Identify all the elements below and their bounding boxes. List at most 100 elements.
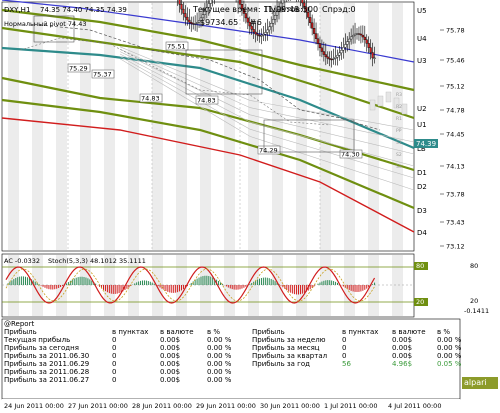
candle-body[interactable] <box>270 23 273 28</box>
candle-body[interactable] <box>266 29 269 33</box>
level-label-d1: D1 <box>417 169 427 177</box>
report-cell: 0.00$ <box>392 344 413 352</box>
osc-stripe <box>224 255 235 316</box>
candle-body[interactable] <box>256 33 259 36</box>
candle-body[interactable] <box>246 17 249 23</box>
candle-body[interactable] <box>178 0 181 5</box>
candle-body[interactable] <box>274 15 277 20</box>
candle-body[interactable] <box>353 33 357 36</box>
candle-body[interactable] <box>322 51 325 55</box>
level-label-u2: U2 <box>417 105 427 113</box>
candle-body[interactable] <box>344 44 347 48</box>
candle-body[interactable] <box>365 39 368 44</box>
candle-body[interactable] <box>311 22 314 29</box>
candle-body[interactable] <box>180 4 183 10</box>
candle-body[interactable] <box>195 22 199 24</box>
report-cell: 0.00$ <box>160 344 181 352</box>
report-cell: 56 <box>342 360 351 368</box>
report-cell: Прибыль за неделю <box>252 336 326 344</box>
time-tick-label: 28 Jun 2011 00:00 <box>132 402 192 410</box>
pivot-label: Нормальный pivot 74.43 <box>4 20 87 28</box>
candle-body[interactable] <box>190 21 193 24</box>
candle-body[interactable] <box>363 36 366 40</box>
report-cell: 0 <box>112 344 117 352</box>
candle-body[interactable] <box>182 8 185 14</box>
candle-body[interactable] <box>324 54 327 58</box>
candle-body[interactable] <box>320 47 323 52</box>
candle-body[interactable] <box>192 23 195 25</box>
candle-body[interactable] <box>373 57 376 59</box>
candle-body[interactable] <box>355 33 359 35</box>
report-cell: Прибыль за 2011.06.29 <box>4 360 90 368</box>
candle-body[interactable] <box>348 38 351 42</box>
pivot-mini-label: S3 <box>396 164 402 170</box>
candle-body[interactable] <box>264 32 267 35</box>
level-label-u4: U4 <box>417 35 427 43</box>
spread-label: Спрэд:0 <box>322 5 356 14</box>
candle-body[interactable] <box>262 34 265 36</box>
report-cell: 0 <box>342 336 347 344</box>
candle-body[interactable] <box>272 19 275 24</box>
session-stripe <box>272 3 283 250</box>
candle-body[interactable] <box>369 47 372 53</box>
osc-stripe <box>200 255 211 316</box>
candle-body[interactable] <box>281 0 284 4</box>
candle-body[interactable] <box>330 58 333 61</box>
projection-candle <box>377 95 384 107</box>
price-tick-label: 75.78 <box>446 27 465 35</box>
candle-body[interactable] <box>361 34 364 38</box>
candle-body[interactable] <box>254 31 257 35</box>
candle-body[interactable] <box>314 33 318 39</box>
candle-body[interactable] <box>238 0 242 5</box>
session-stripe <box>104 3 115 250</box>
candle-body[interactable] <box>252 29 255 33</box>
candle-body[interactable] <box>258 35 261 37</box>
candle-body[interactable] <box>301 0 304 4</box>
candle-body[interactable] <box>340 50 343 54</box>
pivot-mini-label: S2 <box>396 152 402 158</box>
candle-body[interactable] <box>244 13 247 19</box>
candle-body[interactable] <box>346 41 349 45</box>
candle-body[interactable] <box>334 56 337 59</box>
price-tick-label: 73.78 <box>446 191 465 199</box>
candle-body[interactable] <box>313 28 316 34</box>
level-label-d3: D3 <box>417 207 427 215</box>
candle-body[interactable] <box>188 19 191 23</box>
candle-body[interactable] <box>318 43 322 49</box>
level-20-text: 20 <box>416 298 424 306</box>
swing-label-text: 74.83 <box>141 95 160 103</box>
candle-body[interactable] <box>371 52 374 59</box>
candle-body[interactable] <box>184 13 187 18</box>
candle-body[interactable] <box>367 43 370 48</box>
price-tick-label: 74.13 <box>446 163 465 171</box>
time-tick-label: 29 Jun 2011 00:00 <box>196 402 256 410</box>
candle-body[interactable] <box>209 0 212 4</box>
candle-body[interactable] <box>338 52 341 56</box>
report-left-header-points: в пунктах <box>112 328 149 336</box>
pivot-mini-label: R2 <box>396 104 402 110</box>
candle-body[interactable] <box>336 55 339 58</box>
candle-body[interactable] <box>260 35 263 37</box>
points-label: Пунктов:500 <box>265 5 318 14</box>
candle-body[interactable] <box>194 23 197 25</box>
candle-body[interactable] <box>309 17 312 24</box>
level-label-d2: D2 <box>417 183 427 191</box>
candle-body[interactable] <box>332 58 335 60</box>
osc-stripe <box>368 255 379 316</box>
candle-body[interactable] <box>186 16 189 21</box>
pivot-mini-label: PP <box>396 128 402 134</box>
candle-body[interactable] <box>357 33 361 35</box>
candle-body[interactable] <box>328 58 331 60</box>
candle-body[interactable] <box>316 38 320 44</box>
candle-body[interactable] <box>326 56 329 59</box>
report-cell: 0.00 % <box>437 336 462 344</box>
candle-body[interactable] <box>268 26 271 31</box>
report-cell: 0 <box>112 360 117 368</box>
report-right-header-points: в пунктах <box>342 328 379 336</box>
candle-body[interactable] <box>352 34 355 38</box>
candle-body[interactable] <box>350 36 353 40</box>
pivot-mini-label: S1 <box>396 140 402 146</box>
candle-body[interactable] <box>342 47 345 51</box>
projection-candle <box>369 99 376 111</box>
candle-body[interactable] <box>359 33 362 36</box>
